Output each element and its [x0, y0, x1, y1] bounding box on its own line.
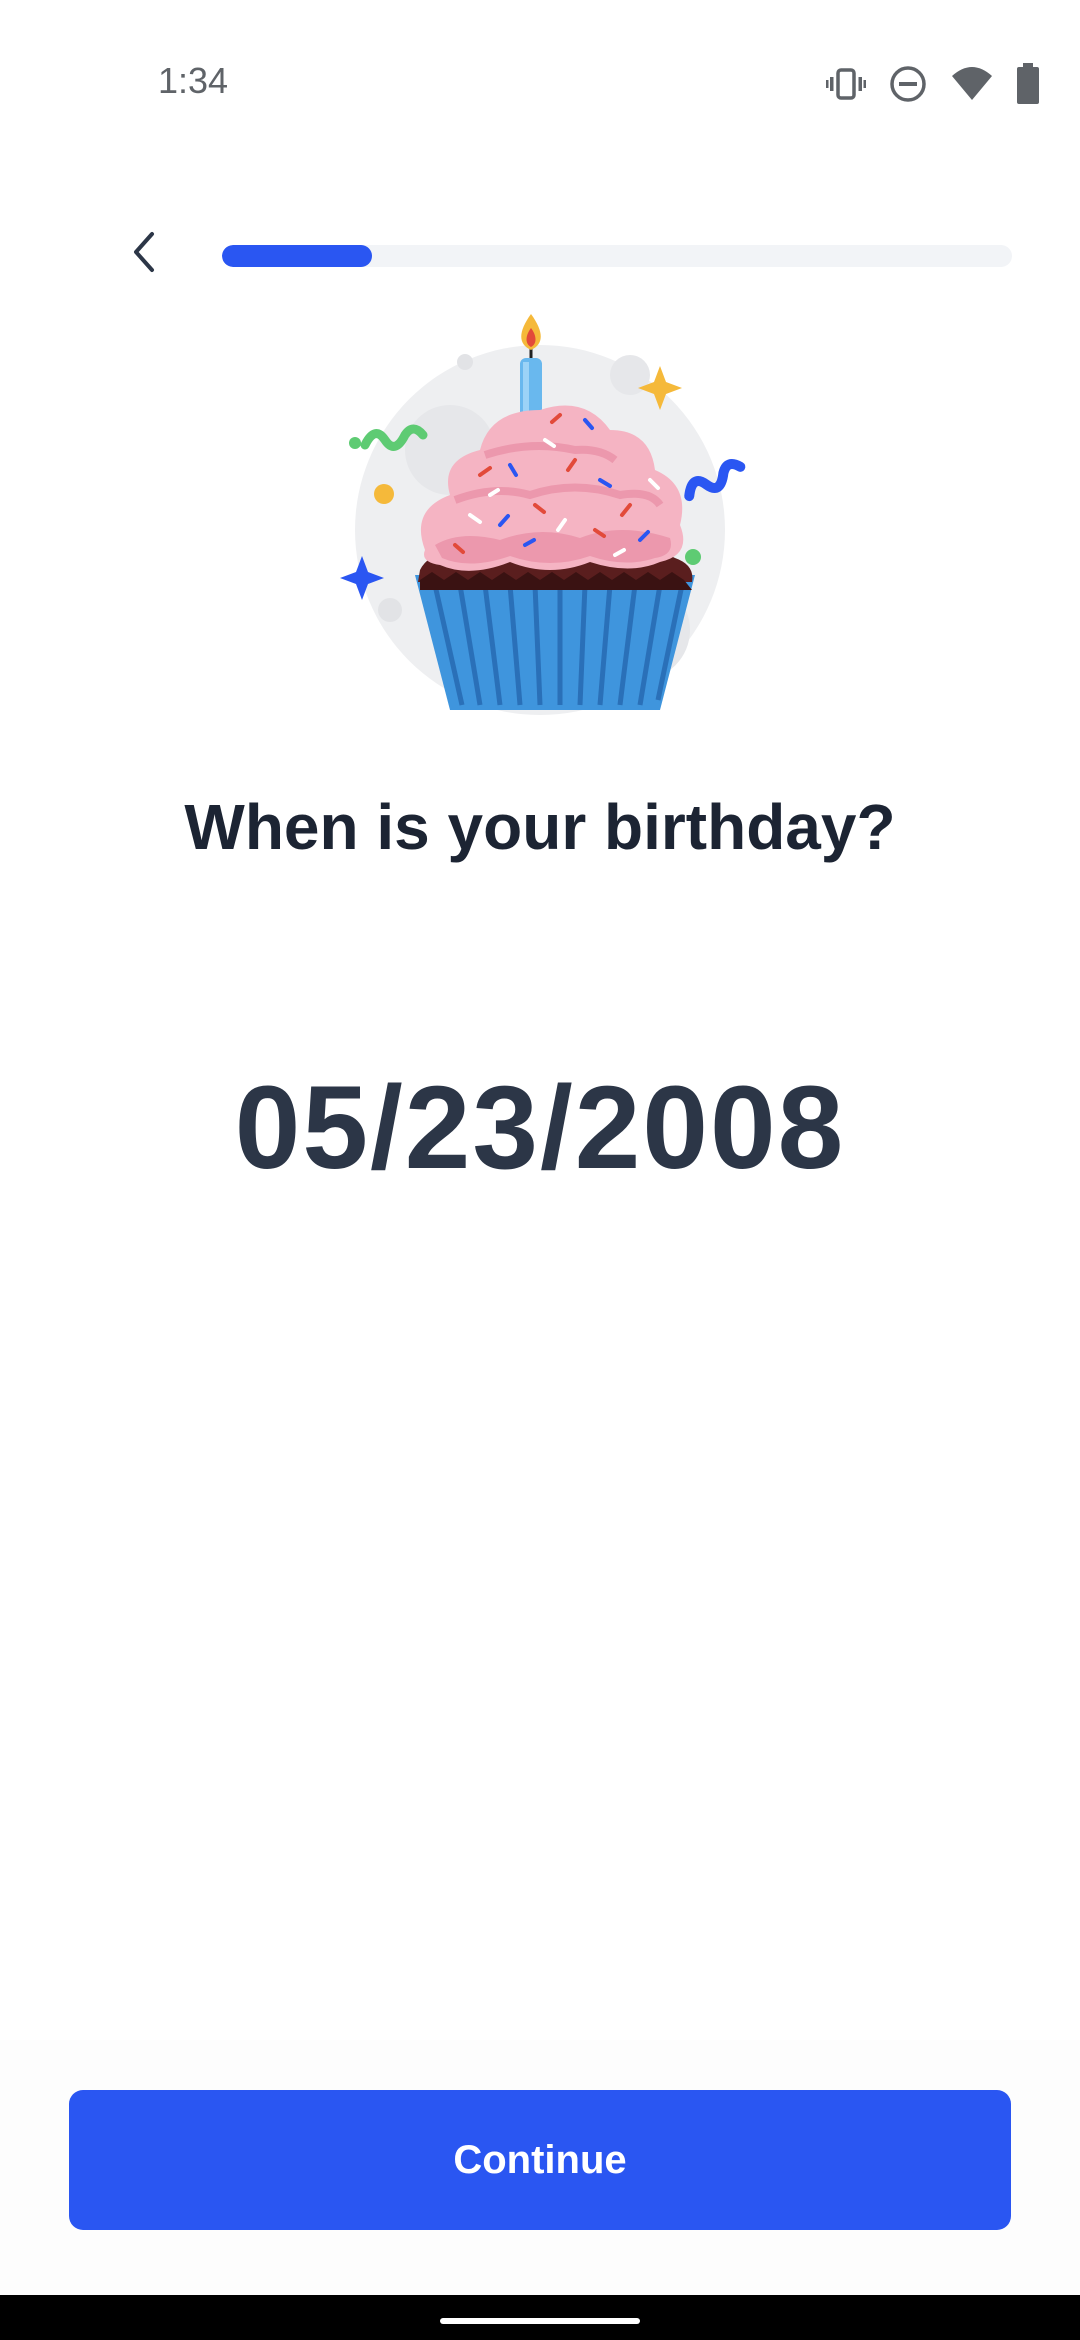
status-time: 1:34 [158, 60, 229, 101]
back-button[interactable] [110, 218, 182, 290]
chevron-left-icon [126, 230, 166, 279]
do-not-disturb-icon [888, 64, 928, 104]
birthday-cupcake-illustration [330, 300, 760, 720]
battery-icon [1016, 63, 1040, 105]
progress-bar [222, 245, 1012, 267]
progress-fill [222, 245, 373, 267]
birthday-screen: 1:34 When is your birthday? 05/23/2008 C… [0, 0, 1080, 2340]
page-title: When is your birthday? [184, 791, 896, 863]
wifi-icon [950, 64, 994, 104]
birthday-date-input[interactable]: 05/23/2008 [0, 1060, 1080, 1196]
status-icons [826, 60, 1040, 108]
home-indicator[interactable] [440, 2318, 640, 2324]
status-bar: 1:34 [0, 0, 1080, 170]
continue-button[interactable]: Continue [69, 2090, 1011, 2230]
vibrate-icon [826, 64, 866, 104]
